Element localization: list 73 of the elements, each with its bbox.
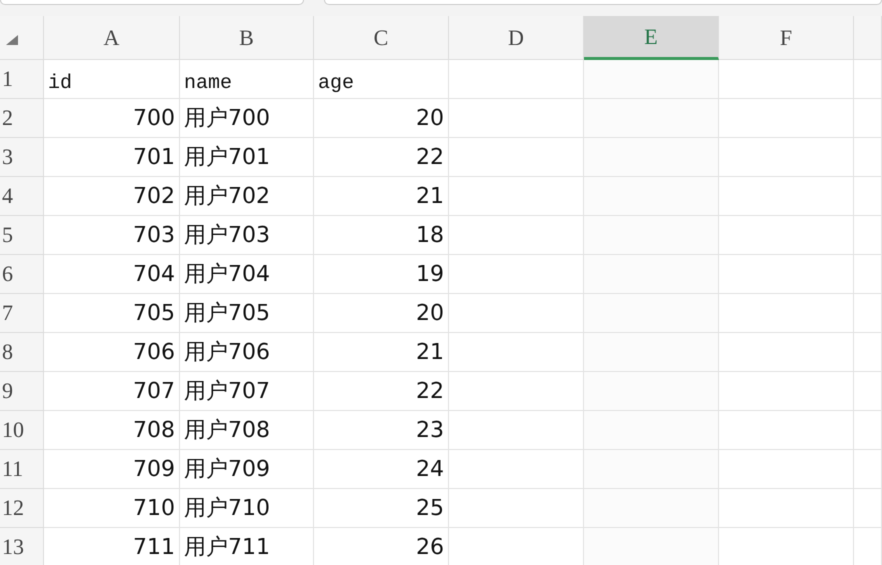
table-cell: name [180,60,314,99]
table-cell: 703 [44,216,180,255]
table-cell: 20 [314,294,449,333]
table-cell: 用户704 [180,255,314,294]
table-cell: 用户701 [180,138,314,177]
column-header[interactable]: D [449,16,584,60]
table-cell: 用户702 [180,177,314,216]
column-header[interactable] [854,16,882,60]
row-header[interactable]: 4 [0,177,44,216]
table-cell: 21 [314,333,449,372]
row-header[interactable]: 7 [0,294,44,333]
table-cell: 705 [44,294,180,333]
empty-cell [854,411,882,450]
empty-cell [854,333,882,372]
empty-cell [854,138,882,177]
row-header[interactable]: 3 [0,138,44,177]
table-cell: 用户708 [180,411,314,450]
formula-bar[interactable] [324,0,882,5]
row-header[interactable]: 11 [0,450,44,489]
table-cell: 25 [314,489,449,528]
empty-cell [854,216,882,255]
empty-cell [854,450,882,489]
table-cell: 707 [44,372,180,411]
row-header[interactable]: 8 [0,333,44,372]
table-cell: 用户711 [180,528,314,565]
table-cell: 20 [314,99,449,138]
name-box[interactable] [0,0,304,5]
table-cell: 用户709 [180,450,314,489]
empty-cell [854,99,882,138]
empty-cell [854,489,882,528]
empty-cell [854,177,882,216]
empty-cell [854,294,882,333]
table-cell: 710 [44,489,180,528]
table-cell: 22 [314,138,449,177]
empty-cell [854,372,882,411]
table-cell: 702 [44,177,180,216]
table-cell: 24 [314,450,449,489]
table-cell: 23 [314,411,449,450]
table-cell: 21 [314,177,449,216]
table-cell: 18 [314,216,449,255]
table-cell: 19 [314,255,449,294]
table-cell: 用户706 [180,333,314,372]
table-cell: 708 [44,411,180,450]
row-header[interactable]: 5 [0,216,44,255]
row-header[interactable]: 9 [0,372,44,411]
table-cell: 用户705 [180,294,314,333]
select-all-icon[interactable] [6,35,18,45]
table-cell: 用户703 [180,216,314,255]
row-header[interactable]: 10 [0,411,44,450]
table-cell: 704 [44,255,180,294]
row-header[interactable]: 2 [0,99,44,138]
column-header[interactable]: A [44,16,180,60]
empty-cell [854,255,882,294]
table-cell: age [314,60,449,99]
row-header[interactable]: 6 [0,255,44,294]
row-header[interactable]: 1 [0,60,44,99]
column-header[interactable]: E [584,16,719,60]
table-cell: id [44,60,180,99]
row-header[interactable]: 12 [0,489,44,528]
column-header[interactable]: C [314,16,449,60]
table-cell: 26 [314,528,449,565]
table-cell: 22 [314,372,449,411]
table-cell: 701 [44,138,180,177]
table-cell: 711 [44,528,180,565]
row-header[interactable]: 13 [0,528,44,565]
table-cell: 用户707 [180,372,314,411]
table-cell: 706 [44,333,180,372]
column-header[interactable]: F [719,16,854,60]
table-cell: 用户710 [180,489,314,528]
table-cell: 709 [44,450,180,489]
table-cell: 700 [44,99,180,138]
table-cell: 用户700 [180,99,314,138]
column-header[interactable]: B [180,16,314,60]
